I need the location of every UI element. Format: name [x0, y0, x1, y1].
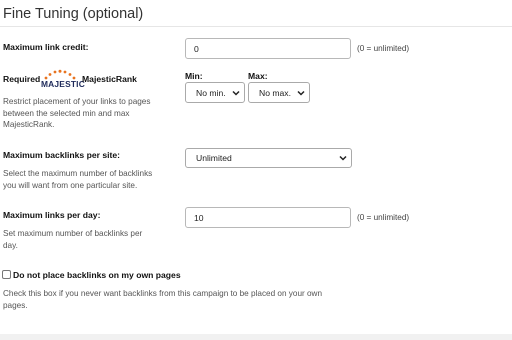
majestic-rank-label: MajesticRank: [82, 74, 137, 84]
own-pages-help-line: pages.: [3, 300, 28, 310]
max-link-credit-hint: (0 = unlimited): [357, 44, 410, 53]
max-link-credit-value: 0: [194, 43, 199, 54]
max-backlinks-per-site-value: Unlimited: [196, 153, 232, 163]
majestic-logo-text: MAJESTIC: [41, 79, 85, 89]
chevron-down-icon: [297, 90, 305, 96]
max-backlinks-help-line: Select the maximum number of backlinks: [3, 169, 153, 178]
own-pages-checkbox[interactable]: [2, 270, 11, 279]
chevron-down-icon: [232, 90, 240, 96]
max-backlinks-per-site-label: Maximum backlinks per site:: [3, 150, 121, 160]
max-link-credit-input[interactable]: 0: [185, 38, 351, 59]
section-title: Fine Tuning (optional): [3, 6, 144, 22]
max-link-credit-label: Maximum link credit:: [3, 42, 89, 52]
min-select[interactable]: No min.: [185, 82, 245, 103]
max-links-per-day-label: Maximum links per day:: [3, 210, 101, 220]
min-label: Min:: [185, 71, 203, 81]
max-select-value: No max.: [259, 87, 291, 98]
max-links-per-day-hint: (0 = unlimited): [357, 213, 410, 222]
max-label: Max:: [248, 71, 268, 81]
max-links-help-line: day.: [3, 240, 18, 250]
max-backlinks-help-line: you will want from one particular site.: [3, 180, 138, 190]
own-pages-help: Check this box if you never want backlin…: [3, 288, 368, 311]
majestic-help-line: between the selected min and max: [3, 108, 130, 118]
majestic-logo: MAJESTIC: [41, 69, 85, 91]
own-pages-help-line: Check this box if you never want backlin…: [3, 289, 323, 298]
max-links-per-day-value: 10: [194, 212, 204, 223]
footer-divider: [0, 334, 512, 340]
majestic-help: Restrict placement of your links to page…: [3, 96, 178, 131]
title-divider: [0, 26, 512, 27]
max-links-per-day-input[interactable]: 10: [185, 207, 351, 228]
min-select-value: No min.: [196, 87, 226, 98]
max-links-per-day-help: Set maximum number of backlinks per day.: [3, 228, 178, 251]
max-backlinks-per-site-select[interactable]: Unlimited: [185, 148, 352, 168]
majestic-help-line: MajesticRank.: [3, 120, 55, 129]
majestic-required-label: Required: [3, 74, 41, 84]
majestic-help-line: Restrict placement of your links to page…: [3, 97, 151, 106]
max-links-help-line: Set maximum number of backlinks per: [3, 229, 143, 238]
max-select[interactable]: No max.: [248, 82, 310, 103]
own-pages-label[interactable]: Do not place backlinks on my own pages: [13, 270, 181, 280]
max-backlinks-per-site-help: Select the maximum number of backlinks y…: [3, 168, 178, 191]
chevron-down-icon: [339, 155, 347, 161]
